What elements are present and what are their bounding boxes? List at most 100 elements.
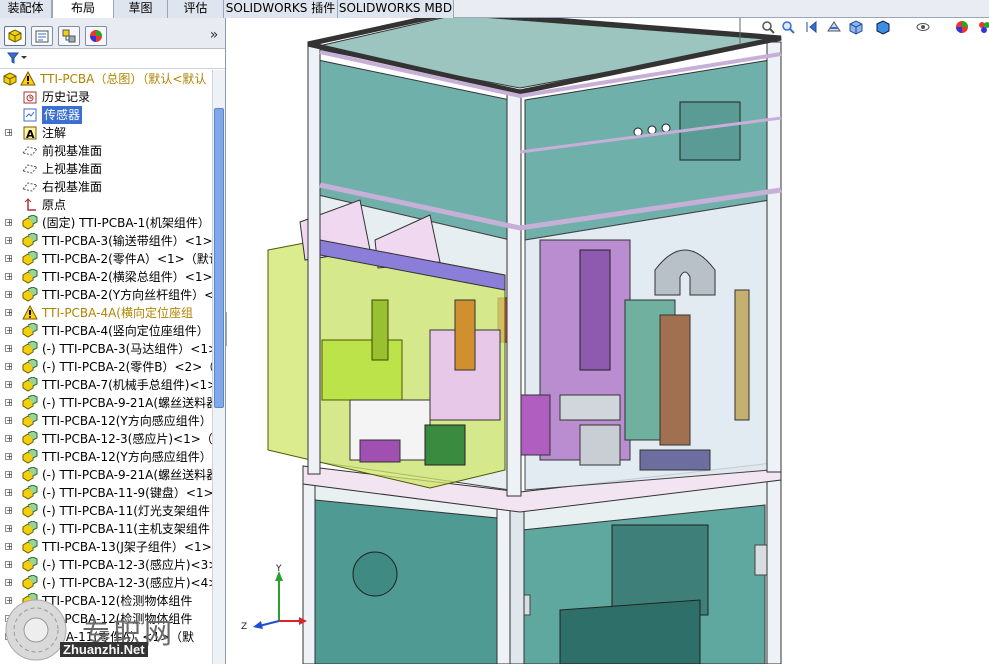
- graphics-area[interactable]: Y Z: [227, 18, 989, 664]
- expand-toggle-icon[interactable]: +: [5, 255, 13, 263]
- svg-text:Y: Y: [275, 564, 282, 574]
- tree-item[interactable]: + (-) TTI-PCBA-12-3(感应片)<3>: [0, 556, 212, 574]
- tree-item[interactable]: 历史记录: [0, 88, 212, 106]
- tree-item-label: (-) TTI-PCBA-12-3(感应片)<3>: [42, 558, 212, 572]
- tree-item[interactable]: + TTI-PCBA-2(Y方向丝杆组件）<: [0, 286, 212, 304]
- annotation-icon: A: [22, 125, 38, 141]
- origin-icon: [22, 197, 38, 213]
- subassembly-icon: [22, 322, 38, 339]
- display-manager-tab[interactable]: [85, 26, 107, 46]
- tree-item-label: (-) TTI-PCBA-3(马达组件）<1>: [42, 342, 212, 356]
- plane-icon: [22, 179, 38, 195]
- subassembly-icon: [22, 286, 38, 303]
- subassembly-icon: [22, 214, 38, 231]
- subassembly-icon: [22, 340, 38, 357]
- filter-row: [0, 49, 225, 69]
- expand-toggle-icon[interactable]: +: [5, 219, 13, 227]
- tree-item-label: TTI-PCBA-7(机械手总组件)<1>: [42, 378, 212, 392]
- tree-item[interactable]: 上视基准面: [0, 160, 212, 178]
- tree-item-label: (-) TTI-PCBA-11(灯光支架组件: [42, 504, 210, 518]
- tree-item[interactable]: + A 注解: [0, 124, 212, 142]
- subassembly-icon: [22, 232, 38, 249]
- tree-item-label: (-) TTI-PCBA-12-3(感应片)<4>: [42, 576, 212, 590]
- feature-manager-icon: [8, 29, 22, 43]
- subassembly-icon: [22, 358, 38, 375]
- subassembly-icon: [22, 520, 38, 537]
- subassembly-icon: [22, 448, 38, 465]
- tree-item[interactable]: + TTI-PCBA-2(横梁总组件）<1>: [0, 268, 212, 286]
- tree-item[interactable]: + (-) TTI-PCBA-2(零件B）<2>（默: [0, 358, 212, 376]
- tree-item[interactable]: + (-) TTI-PCBA-11-9(键盘）<1>: [0, 484, 212, 502]
- tree-item-label: TTI-PCBA-12(Y方向感应组件）: [42, 450, 212, 464]
- tree-item[interactable]: + (-) TTI-PCBA-11(灯光支架组件: [0, 502, 212, 520]
- expand-toggle-icon[interactable]: +: [5, 237, 13, 245]
- tree-item-label: (-) TTI-PCBA-9-21A(螺丝送料器: [42, 468, 212, 482]
- tree-item[interactable]: 前视基准面: [0, 142, 212, 160]
- tree-scrollbar[interactable]: [212, 70, 225, 664]
- tree-item[interactable]: + TTI-PCBA-13(J架子组件）<1>: [0, 538, 212, 556]
- tab-layout[interactable]: 布局: [52, 0, 114, 18]
- expand-toggle-icon[interactable]: +: [5, 129, 13, 137]
- subassembly-icon: [22, 412, 38, 429]
- tree-item[interactable]: + TTI-PCBA-12-3(感应片)<1>（默: [0, 430, 212, 448]
- tree-item[interactable]: + TTI-PCBA-2(零件A）<1>（默认: [0, 250, 212, 268]
- tree-item-label: 右视基准面: [42, 180, 103, 194]
- assembly-model-view[interactable]: [227, 18, 989, 664]
- tree-item-label: (固定) TTI-PCBA-1(机架组件）: [42, 216, 210, 230]
- scrollbar-thumb[interactable]: [214, 108, 224, 408]
- tab-sketch[interactable]: 草图: [114, 0, 168, 18]
- filter-icon[interactable]: [6, 51, 32, 66]
- expand-toggle-icon[interactable]: +: [5, 327, 13, 335]
- expand-toggle-icon[interactable]: +: [5, 345, 13, 353]
- tree-item-label: 传感器: [42, 106, 83, 124]
- tree-item-label: (-) TTI-PCBA-2(零件B）<2>（默: [42, 360, 212, 374]
- expand-toggle-icon[interactable]: +: [5, 543, 13, 551]
- tree-item[interactable]: + TTI-PCBA-12(Y方向感应组件）: [0, 448, 212, 466]
- expand-toggle-icon[interactable]: +: [5, 417, 13, 425]
- tree-item[interactable]: + (固定) TTI-PCBA-1(机架组件）: [0, 214, 212, 232]
- expand-toggle-icon[interactable]: +: [5, 561, 13, 569]
- tree-item[interactable]: + TTI-PCBA-4A(横向定位座组: [0, 304, 212, 322]
- configuration-manager-tab[interactable]: [58, 26, 80, 46]
- tree-item[interactable]: + (-) TTI-PCBA-11(主机支架组件: [0, 520, 212, 538]
- tab-assembly[interactable]: 装配体: [0, 0, 52, 18]
- subassembly-icon: [22, 268, 38, 285]
- expand-toggle-icon[interactable]: +: [5, 291, 13, 299]
- tree-item[interactable]: + (-) TTI-PCBA-12-3(感应片)<4>: [0, 574, 212, 592]
- tree-item[interactable]: + (-) TTI-PCBA-9-21A(螺丝送料器: [0, 466, 212, 484]
- tab-solidworks-addins[interactable]: SOLIDWORKS 插件: [224, 0, 338, 18]
- tree-item[interactable]: + TTI-PCBA-4(竖向定位座组件）: [0, 322, 212, 340]
- property-manager-icon: [35, 30, 49, 43]
- tree-item[interactable]: 传感器: [0, 106, 212, 124]
- subassembly-icon: [22, 502, 38, 519]
- expand-toggle-icon[interactable]: +: [5, 579, 13, 587]
- tree-item-label: 上视基准面: [42, 162, 103, 176]
- expand-toggle-icon[interactable]: +: [5, 363, 13, 371]
- property-manager-tab[interactable]: [31, 26, 53, 46]
- tree-item[interactable]: + TTI-PCBA-12(Y方向感应组件）: [0, 412, 212, 430]
- tab-solidworks-mbd[interactable]: SOLIDWORKS MBD: [338, 0, 454, 18]
- expand-toggle-icon[interactable]: +: [5, 309, 13, 317]
- tree-root-assembly[interactable]: TTI-PCBA（总图）（默认<默认: [0, 70, 212, 88]
- tree-item[interactable]: + (-) TTI-PCBA-3(马达组件）<1>: [0, 340, 212, 358]
- tree-item[interactable]: 右视基准面: [0, 178, 212, 196]
- tab-evaluate[interactable]: 评估: [168, 0, 224, 18]
- manager-tab-strip: »: [0, 18, 225, 49]
- expand-toggle-icon[interactable]: +: [5, 525, 13, 533]
- tree-item[interactable]: 原点: [0, 196, 212, 214]
- expand-toggle-icon[interactable]: +: [5, 381, 13, 389]
- expand-toggle-icon[interactable]: +: [5, 435, 13, 443]
- expand-toggle-icon[interactable]: +: [5, 507, 13, 515]
- tree-item[interactable]: + TTI-PCBA-7(机械手总组件)<1>: [0, 376, 212, 394]
- tree-item[interactable]: + (-) TTI-PCBA-9-21A(螺丝送料器: [0, 394, 212, 412]
- more-tabs-chevron-icon[interactable]: »: [206, 26, 222, 44]
- warning-icon: [22, 304, 38, 321]
- expand-toggle-icon[interactable]: +: [5, 453, 13, 461]
- expand-toggle-icon[interactable]: +: [5, 399, 13, 407]
- feature-manager-tab[interactable]: [4, 26, 26, 46]
- expand-toggle-icon[interactable]: +: [5, 471, 13, 479]
- svg-text:Z: Z: [241, 622, 247, 632]
- expand-toggle-icon[interactable]: +: [5, 273, 13, 281]
- tree-item[interactable]: + TTI-PCBA-3(输送带组件）<1>: [0, 232, 212, 250]
- expand-toggle-icon[interactable]: +: [5, 489, 13, 497]
